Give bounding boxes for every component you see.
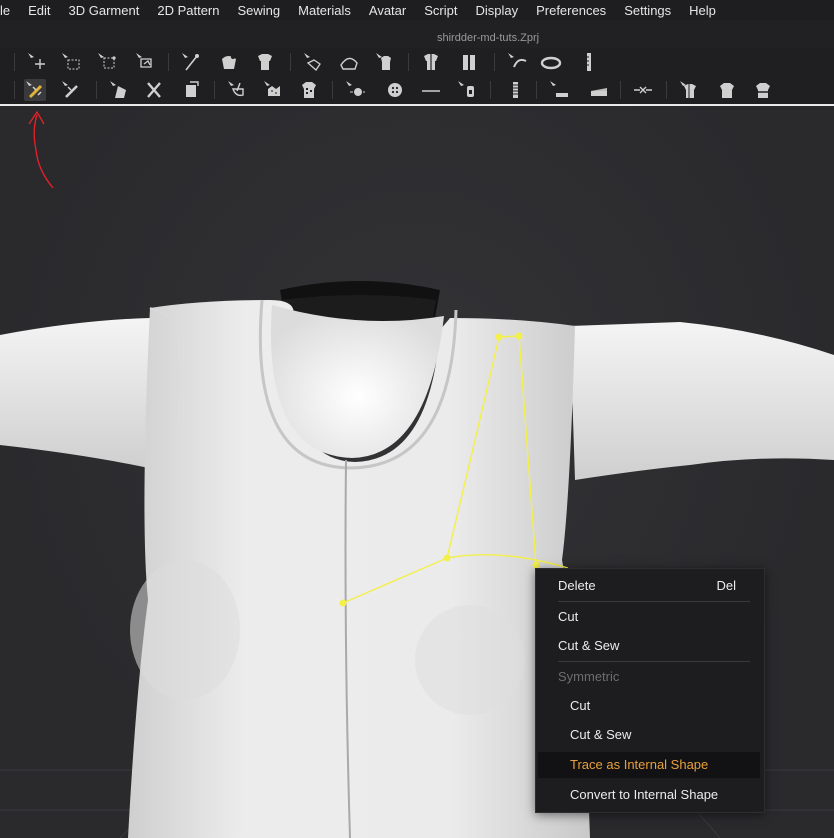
- transform-texture-icon[interactable]: [60, 79, 82, 101]
- toolbar-separator: [168, 53, 169, 71]
- puckering-icon[interactable]: [262, 79, 284, 101]
- toolbar-separator: [332, 81, 333, 99]
- fold-pattern-icon[interactable]: [180, 79, 202, 101]
- select-mesh-icon[interactable]: [302, 51, 324, 73]
- toolbar-separator: [408, 53, 409, 71]
- measure-ruler-icon[interactable]: [540, 51, 562, 73]
- toolbar-separator: [14, 81, 15, 99]
- pin-icon[interactable]: [218, 51, 240, 73]
- show-garment-icon[interactable]: [420, 51, 442, 73]
- window-title-bar: shirdder-md-tuts.Zprj: [0, 20, 834, 50]
- segment-sewing-icon[interactable]: [108, 79, 130, 101]
- menu-3d-garment[interactable]: 3D Garment: [60, 3, 149, 18]
- menu-sewing[interactable]: Sewing: [229, 3, 290, 18]
- brush-icon[interactable]: [226, 79, 248, 101]
- transform-box-icon[interactable]: [60, 51, 82, 73]
- toolbar-separator: [620, 81, 621, 99]
- menu-item-convert-internal-shape[interactable]: Convert to Internal Shape: [536, 782, 764, 808]
- menu-separator: [558, 601, 750, 602]
- menu-preferences[interactable]: Preferences: [527, 3, 615, 18]
- menu-edit[interactable]: Edit: [19, 3, 59, 18]
- menu-script[interactable]: Script: [415, 3, 466, 18]
- menu-header-symmetric: Symmetric: [558, 669, 620, 684]
- trim-icon[interactable]: [588, 79, 610, 101]
- window-file-name: shirdder-md-tuts.Zprj: [437, 32, 540, 44]
- transform-pattern-icon[interactable]: [26, 51, 48, 73]
- toolbar-separator: [666, 81, 667, 99]
- tape-measure-icon[interactable]: [506, 51, 528, 73]
- shortcut-label: Del: [716, 578, 736, 593]
- menu-display[interactable]: Display: [466, 3, 527, 18]
- menu-avatar[interactable]: Avatar: [360, 3, 415, 18]
- menu-item-symmetric-cut[interactable]: Cut: [536, 693, 764, 719]
- graphic-icon[interactable]: [298, 79, 320, 101]
- toolbar-3d-row1: [0, 48, 834, 76]
- puckering-line-icon[interactable]: [504, 79, 526, 101]
- select-button-icon[interactable]: [420, 79, 442, 101]
- toolbar-separator: [494, 53, 495, 71]
- menu-materials[interactable]: Materials: [289, 3, 360, 18]
- menu-help[interactable]: Help: [680, 3, 725, 18]
- zipper-icon[interactable]: [456, 79, 478, 101]
- menu-bar: le Edit 3D Garment 2D Pattern Sewing Mat…: [0, 0, 834, 20]
- edit-pattern-icon[interactable]: [96, 51, 118, 73]
- menu-item-delete[interactable]: Delete Del: [536, 573, 764, 599]
- toolbar-3d-row2: [0, 76, 834, 106]
- menu-item-trace-internal-shape[interactable]: Trace as Internal Shape: [538, 752, 760, 778]
- avatar-measure-icon[interactable]: [632, 79, 654, 101]
- toolbar-separator: [536, 81, 537, 99]
- garment-pin-icon[interactable]: [254, 51, 276, 73]
- edit-texture-icon[interactable]: [24, 79, 46, 101]
- edit-curvature-icon[interactable]: [338, 51, 360, 73]
- fold-icon[interactable]: [458, 51, 480, 73]
- menu-file[interactable]: le: [0, 3, 19, 18]
- steam-icon[interactable]: [374, 51, 396, 73]
- fitting-icon[interactable]: [716, 79, 738, 101]
- garment-fit-map-icon[interactable]: [752, 79, 774, 101]
- free-sewing-icon[interactable]: [144, 79, 166, 101]
- menu-item-label: Delete: [558, 578, 596, 593]
- context-menu: Delete Del Cut Cut & Sew Symmetric Cut C…: [535, 568, 765, 813]
- menu-separator: [558, 661, 750, 662]
- fold-arrangement-icon[interactable]: [134, 51, 156, 73]
- tack-icon[interactable]: [180, 51, 202, 73]
- menu-item-symmetric-cut-sew[interactable]: Cut & Sew: [536, 722, 764, 748]
- menu-item-cut-sew[interactable]: Cut & Sew: [536, 633, 764, 659]
- button-icon[interactable]: [344, 79, 366, 101]
- elastic-icon[interactable]: [548, 79, 570, 101]
- ruler-icon[interactable]: [578, 51, 600, 73]
- menu-2d-pattern[interactable]: 2D Pattern: [148, 3, 228, 18]
- toolbar-separator: [490, 81, 491, 99]
- toolbar-separator: [96, 81, 97, 99]
- toolbar-separator: [14, 53, 15, 71]
- toolbar-separator: [290, 53, 291, 71]
- circumference-icon[interactable]: [678, 79, 700, 101]
- toolbar-separator: [214, 81, 215, 99]
- menu-item-cut[interactable]: Cut: [536, 604, 764, 630]
- buttonhole-icon[interactable]: [384, 79, 406, 101]
- menu-settings[interactable]: Settings: [615, 3, 680, 18]
